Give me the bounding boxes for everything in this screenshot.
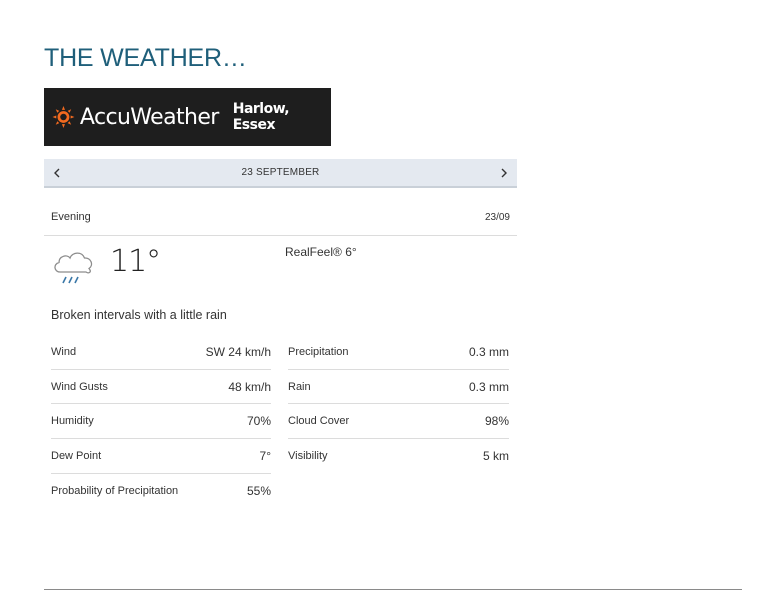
detail-value: 0.3 mm	[468, 379, 509, 394]
next-day-button[interactable]	[498, 167, 510, 179]
brand-location: Harlow, Essex	[232, 101, 290, 133]
detail-row-precip-probability: Probability of Precipitation 55%	[51, 474, 271, 509]
detail-name: Humidity	[51, 415, 94, 428]
detail-value: 7°	[259, 448, 271, 463]
detail-row-visibility: Visibility 5 km	[288, 439, 509, 474]
date-navigation: 23 SEPTEMBER	[44, 159, 517, 188]
prev-day-button[interactable]	[51, 167, 63, 179]
details-grid: Wind SW 24 km/h Wind Gusts 48 km/h Humid…	[44, 335, 517, 508]
detail-row-wind-gusts: Wind Gusts 48 km/h	[51, 370, 271, 405]
detail-name: Visibility	[288, 450, 328, 463]
accuweather-banner: AccuWeather Harlow, Essex	[44, 88, 331, 146]
realfeel-temperature: RealFeel® 6°	[285, 245, 357, 259]
temperature: 11°	[110, 244, 161, 279]
detail-row-wind: Wind SW 24 km/h	[51, 335, 271, 370]
detail-value: 70%	[246, 414, 271, 429]
period-row: Evening 23/09	[44, 199, 517, 236]
cloud-rain-icon	[54, 252, 93, 284]
detail-name: Probability of Precipitation	[51, 485, 179, 498]
detail-name: Wind	[51, 345, 77, 358]
condition-phrase: Broken intervals with a little rain	[51, 308, 227, 322]
detail-value: 5 km	[482, 449, 509, 464]
detail-row-cloud-cover: Cloud Cover 98%	[288, 404, 509, 440]
detail-name: Cloud Cover	[288, 415, 350, 428]
current-conditions: 11° RealFeel® 6°	[44, 236, 517, 306]
detail-row-precipitation: Precipitation 0.3 mm	[288, 335, 509, 370]
detail-row-rain: Rain 0.3 mm	[288, 370, 509, 405]
chevron-left-icon	[54, 168, 60, 177]
details-right-column: Precipitation 0.3 mm Rain 0.3 mm Cloud C…	[288, 335, 509, 508]
brand-name: AccuWeather	[79, 104, 219, 130]
detail-name: Precipitation	[288, 345, 349, 358]
period-date: 23/09	[484, 211, 510, 223]
details-left-column: Wind SW 24 km/h Wind Gusts 48 km/h Humid…	[51, 335, 271, 508]
date-label: 23 SEPTEMBER	[241, 167, 320, 178]
sun-logo-icon	[52, 106, 75, 128]
detail-value: 0.3 mm	[468, 344, 509, 359]
detail-value: 48 km/h	[228, 379, 271, 394]
period-label: Evening	[51, 211, 91, 223]
detail-name: Dew Point	[51, 449, 102, 462]
footer-divider	[44, 589, 742, 590]
detail-value: 98%	[484, 414, 509, 429]
detail-row-humidity: Humidity 70%	[51, 404, 271, 440]
detail-row-dew-point: Dew Point 7°	[51, 439, 271, 474]
detail-name: Rain	[288, 380, 311, 393]
detail-value: SW 24 km/h	[205, 344, 271, 359]
page-title: THE WEATHER…	[44, 44, 247, 72]
detail-name: Wind Gusts	[51, 380, 108, 393]
chevron-right-icon	[501, 168, 507, 177]
weather-widget: 23 SEPTEMBER Evening 23/09 11° RealFeel®…	[44, 159, 517, 508]
detail-value: 55%	[246, 484, 271, 499]
